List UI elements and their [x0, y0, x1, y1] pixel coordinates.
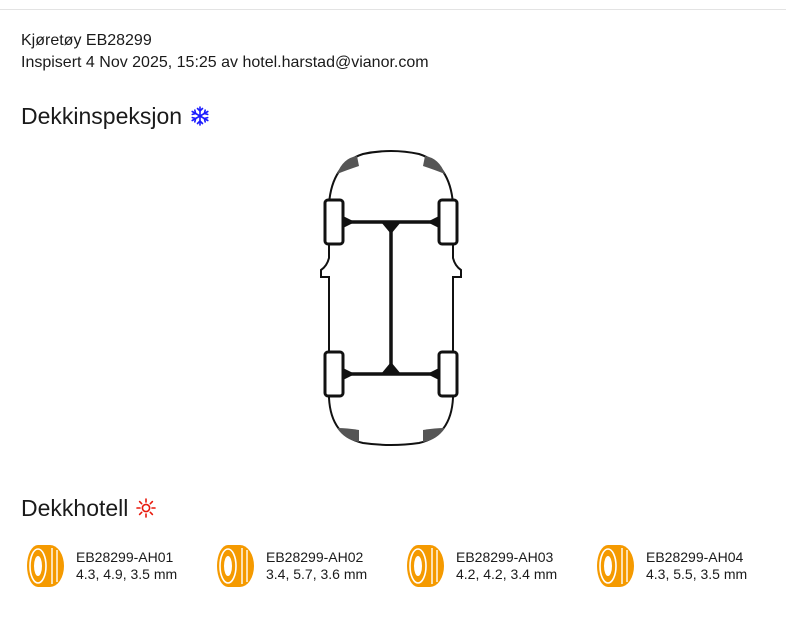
wheel-front-right — [437, 198, 459, 246]
tire-depths: 4.3, 4.9, 3.5 mm — [76, 566, 178, 582]
wheel-rear-left — [323, 350, 345, 398]
sun-icon — [136, 498, 157, 518]
tire-icon — [27, 545, 64, 587]
inspection-heading: Dekkinspeksjon — [21, 102, 210, 130]
tire-depths: 3.4, 5.7, 3.6 mm — [266, 566, 368, 582]
inspection-meta: Inspisert 4 Nov 2025, 15:25 av hotel.har… — [21, 54, 429, 71]
front-left-arch — [337, 156, 359, 174]
tire-icon — [217, 545, 254, 587]
tire-id: EB28299-AH02 — [266, 549, 364, 565]
tire-item[interactable]: EB28299-AH04 4.3, 5.5, 3.5 mm — [596, 542, 747, 590]
wheel-front-left — [323, 198, 345, 246]
tire-item[interactable]: EB28299-AH01 4.3, 4.9, 3.5 mm — [26, 542, 177, 590]
tire-id: EB28299-AH01 — [76, 549, 174, 565]
wheel-rear-right — [437, 350, 459, 398]
tire-item[interactable]: EB28299-AH03 4.2, 4.2, 3.4 mm — [406, 542, 557, 590]
vehicle-info: Kjøretøy EB28299 Inspisert 4 Nov 2025, 1… — [21, 30, 429, 74]
hotel-heading: Dekkhotell — [21, 494, 157, 522]
vehicle-title: Kjøretøy EB28299 — [21, 32, 152, 49]
front-right-arch — [423, 156, 445, 174]
tire-item[interactable]: EB28299-AH02 3.4, 5.7, 3.6 mm — [216, 542, 367, 590]
top-divider — [0, 9, 786, 10]
tire-icon — [407, 545, 444, 587]
snowflake-icon — [191, 106, 209, 126]
tire-hotel-list: EB28299-AH01 4.3, 4.9, 3.5 mm EB28299-AH… — [26, 542, 766, 590]
hotel-heading-label: Dekkhotell — [21, 495, 129, 521]
rear-left-arch — [337, 428, 359, 442]
tire-icon — [597, 545, 634, 587]
inspection-heading-label: Dekkinspeksjon — [21, 103, 183, 129]
tire-id: EB28299-AH03 — [456, 549, 554, 565]
tire-id: EB28299-AH04 — [646, 549, 744, 565]
rear-right-arch — [423, 428, 445, 442]
tire-depths: 4.3, 5.5, 3.5 mm — [646, 566, 748, 582]
car-diagram — [315, 148, 467, 448]
tire-depths: 4.2, 4.2, 3.4 mm — [456, 566, 558, 582]
